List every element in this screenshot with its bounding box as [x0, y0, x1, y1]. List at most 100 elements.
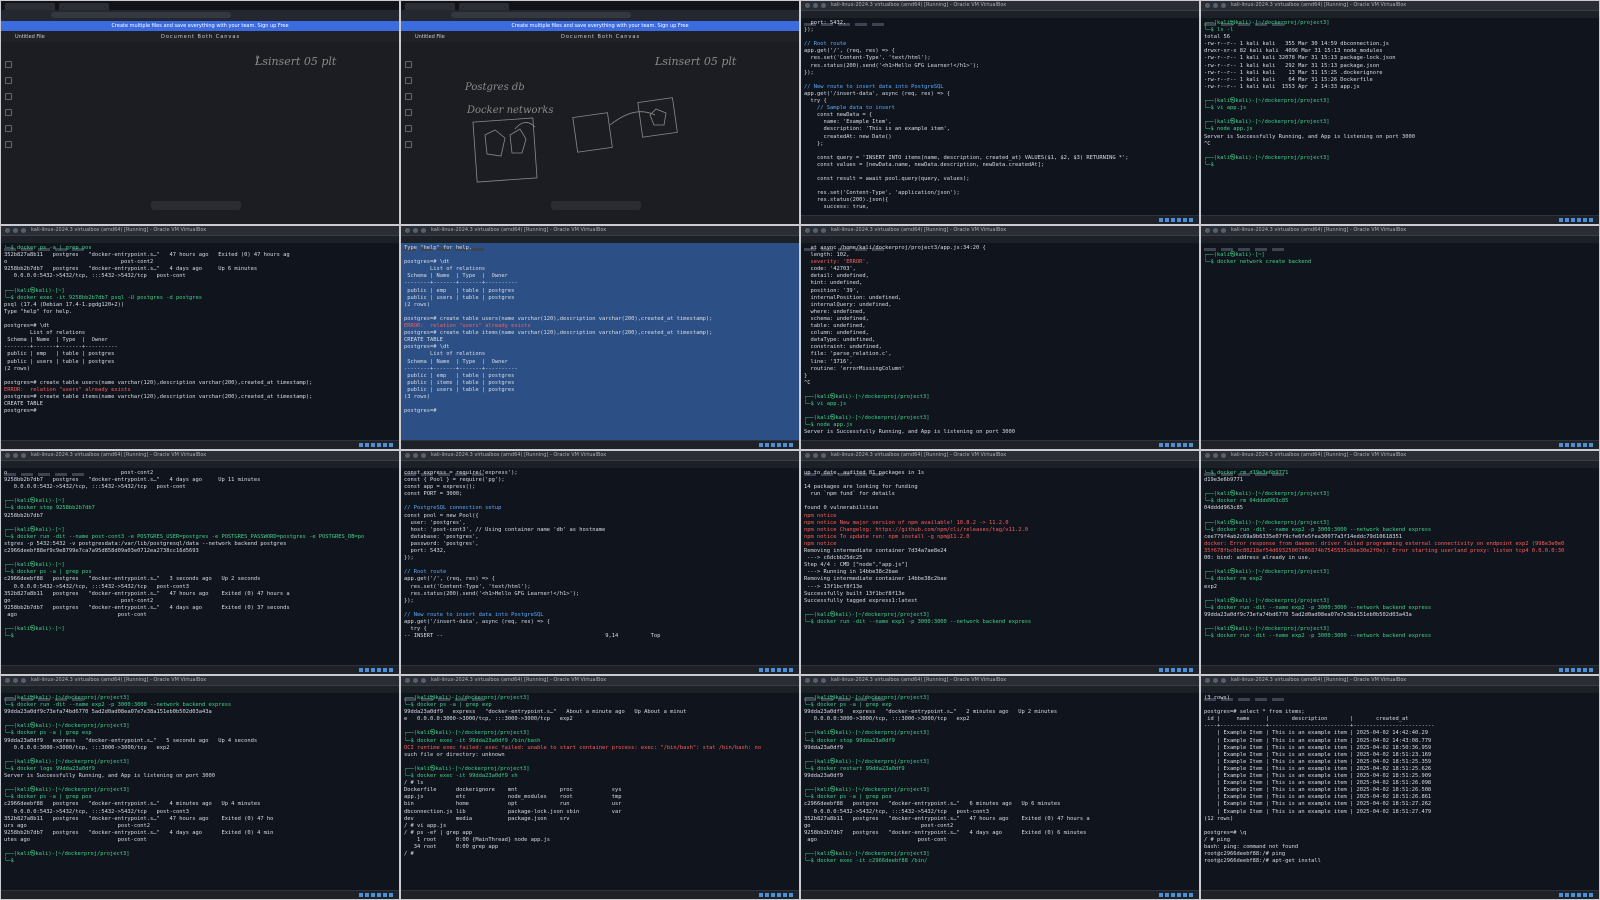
terminal-line: └─$ docker ps -a | grep exp [804, 702, 892, 709]
browser-tabs[interactable] [401, 1, 799, 10]
terminal-line: internalQuery: undefined, [804, 301, 892, 308]
vm-window-titlebar[interactable]: kali-linux-2024.3 virtualbox (amd64) [Ru… [1201, 226, 1599, 236]
terminal-line: up to date, audited 81 packages in 1s [804, 470, 925, 476]
terminal-line: app.js etc node_modules root tmp [404, 794, 622, 801]
drawing-tools[interactable] [5, 61, 12, 148]
vm-window-titlebar[interactable]: kali-linux-2024.3 virtualbox (amd64) [Ru… [801, 451, 1199, 461]
view-toggle[interactable]: Document Both Canvas [561, 34, 640, 40]
vm-window-titlebar[interactable]: kali-linux-2024.3 virtualbox (amd64) [Ru… [801, 676, 1199, 686]
vm-window-titlebar[interactable]: kali-linux-2024.3 virtualbox (amd64) [Ru… [401, 226, 799, 236]
terminal-output[interactable]: ┌──(kali㉿kali)-[~/dockerproj/project3] └─… [1204, 20, 1596, 214]
kali-top-panel[interactable] [801, 461, 1199, 476]
terminal-line: }); [804, 27, 814, 34]
drawing-canvas[interactable]: Lsinsert 05 plt Postgres db Docker netwo… [415, 45, 785, 208]
terminal-line: Server is Successfully Running, and App … [804, 429, 1015, 436]
vm-window-titlebar[interactable]: kali-linux-2024.3 virtualbox (amd64) [Ru… [401, 676, 799, 686]
kali-top-panel[interactable] [801, 686, 1199, 701]
terminal-line: 352b827a8b11 postgres "docker-entrypoint… [4, 815, 274, 822]
terminal-line: | Example Item | This is an example item… [1204, 773, 1432, 780]
terminal-line: npm notice To update run: npm install -g… [804, 533, 970, 540]
terminal-line: ago post-cont [804, 836, 947, 843]
kali-top-panel[interactable] [1201, 461, 1599, 476]
terminal-line: -rw-r--r-- 1 kali kali 32078 Mar 31 15:1… [1204, 55, 1396, 62]
vm-status-bar [1, 890, 399, 899]
address-bar[interactable] [1, 10, 399, 21]
terminal-line: ^C [1204, 140, 1211, 147]
vm-window-titlebar[interactable]: kali-linux-2024.3 virtualbox (amd64) [Ru… [1, 451, 399, 461]
file-name[interactable]: Untitled File [15, 34, 45, 40]
kali-top-panel[interactable] [401, 461, 799, 476]
terminal-line: host: 'post-cont3', // Using container n… [404, 526, 606, 533]
terminal-line: root@c2966deebf88:/# ping [1204, 851, 1286, 858]
kali-top-panel[interactable] [401, 686, 799, 701]
terminal-output[interactable]: └─$ docker ps -a | grep pos 352b827a8b11 … [4, 245, 396, 439]
vm-window-titlebar[interactable]: kali-linux-2024.3 virtualbox (amd64) [Ru… [1201, 1, 1599, 11]
terminal-line: ┌──(kali㉿kali)-[~/dockerproj/project3] [1204, 119, 1330, 126]
drawing-canvas[interactable]: Lsinsert 05 plt [15, 45, 385, 208]
terminal-line: position: '39', [804, 287, 860, 294]
terminal-line: ┌──(kali㉿kali)-[~/dockerproj/project3] [4, 758, 130, 765]
kali-top-panel[interactable] [1201, 236, 1599, 251]
signup-banner[interactable]: Create multiple files and save everythin… [401, 21, 799, 31]
terminal-output[interactable]: up to date, audited 81 packages in 1s 14 … [804, 470, 1196, 664]
terminal-line: try { [804, 98, 827, 105]
vm-window-titlebar[interactable]: kali-linux-2024.3 virtualbox (amd64) [Ru… [1201, 451, 1599, 461]
terminal-line: --------+-------+-------+---------- [4, 344, 118, 351]
address-bar[interactable] [401, 10, 799, 21]
terminal-output[interactable]: ┌──(kali㉿kali)-[~/dockerproj/project3] └─… [4, 695, 396, 889]
signup-banner[interactable]: Create multiple files and save everythin… [1, 21, 399, 31]
vm-status-bar [801, 215, 1199, 224]
terminal-output[interactable]: Type "help" for help. postgres=# \dt List… [404, 245, 796, 439]
view-toggle[interactable]: Document Both Canvas [161, 34, 240, 40]
terminal-output[interactable]: o post-cont2 9258bb2b7db7 postgres "docke… [4, 470, 396, 664]
vm-window-titlebar[interactable]: kali-linux-2024.3 virtualbox (amd64) [Ru… [801, 226, 1199, 236]
bottom-toolbar[interactable] [151, 201, 241, 210]
terminal-line: res.status(200).send('<h1>Hello GFG Lear… [404, 590, 580, 597]
terminal-output[interactable]: ┌──(kali㉿kali)-[~/dockerproj/project3] └─… [404, 695, 796, 889]
kali-top-panel[interactable] [801, 236, 1199, 251]
terminal-output[interactable]: port: 5432,}); // Root route app.get('/', … [804, 20, 1196, 214]
terminal-output[interactable]: (3 rows) postgres=# select * from items; … [1204, 695, 1596, 889]
terminal-line: └─$ docker rm exp2 [1204, 576, 1263, 583]
drawing-tools[interactable] [405, 61, 412, 148]
terminal-output[interactable]: ┌──(kali㉿kali)-[~] └─$ docker network cre… [1204, 245, 1596, 439]
terminal-line: 0.0.0.0:5432->5432/tcp, :::5432->5432/tc… [804, 808, 989, 815]
terminal-line: Schema | Name | Type | Owner [404, 273, 508, 280]
terminal-line: Type "help" for help. [404, 245, 473, 251]
terminal-line: postgres=# \q [1204, 829, 1247, 836]
terminal-output[interactable]: ┌──(kali㉿kali)-[~/dockerproj/project3] └─… [804, 695, 1196, 889]
kali-top-panel[interactable] [801, 11, 1199, 26]
vm-window-titlebar[interactable]: kali-linux-2024.3 virtualbox (amd64) [Ru… [801, 1, 1199, 11]
vm-tile-network: kali-linux-2024.3 virtualbox (amd64) [Ru… [1201, 226, 1599, 449]
kali-top-panel[interactable] [401, 236, 799, 251]
vm-status-bar [1201, 665, 1599, 674]
kali-top-panel[interactable] [1201, 11, 1599, 26]
kali-top-panel[interactable] [1201, 686, 1599, 701]
file-name[interactable]: Untitled File [415, 34, 445, 40]
kali-top-panel[interactable] [1, 461, 399, 476]
terminal-output[interactable]: at async /home/kali/dockerproj/project3/… [804, 245, 1196, 439]
kali-top-panel[interactable] [1, 236, 399, 251]
kali-top-panel[interactable] [1, 686, 399, 701]
terminal-line: res.set('Content-Type', 'text/html'); [404, 583, 531, 590]
terminal-output[interactable]: const express = require('express'); const… [404, 470, 796, 664]
vm-window-titlebar[interactable]: kali-linux-2024.3 virtualbox (amd64) [Ru… [1, 676, 399, 686]
terminal-line: └─$ docker run -dit --name post-cont3 -e… [4, 533, 365, 540]
vm-tile-code: kali-linux-2024.3 virtualbox (amd64) [Ru… [801, 1, 1199, 224]
terminal-line: res.status(200).json({ [804, 197, 889, 204]
vm-window-titlebar[interactable]: kali-linux-2024.3 virtualbox (amd64) [Ru… [401, 451, 799, 461]
terminal-line: go post-cont2 [4, 597, 154, 604]
vm-window-titlebar[interactable]: kali-linux-2024.3 virtualbox (amd64) [Ru… [1201, 676, 1599, 686]
vm-window-titlebar[interactable]: kali-linux-2024.3 virtualbox (amd64) [Ru… [1, 226, 399, 236]
terminal-output[interactable]: └─$ docker rm d19e3e6b9771 d19e3e6b9771 ┌─… [1204, 470, 1596, 664]
terminal-line: └─$ docker rm 04dddd963c85 [1204, 498, 1289, 505]
terminal-line: exp2 [1204, 583, 1217, 590]
bottom-toolbar[interactable] [551, 201, 641, 210]
vm-tile-run-postgres: kali-linux-2024.3 virtualbox (amd64) [Ru… [1, 451, 399, 674]
browser-tabs[interactable] [1, 1, 399, 10]
